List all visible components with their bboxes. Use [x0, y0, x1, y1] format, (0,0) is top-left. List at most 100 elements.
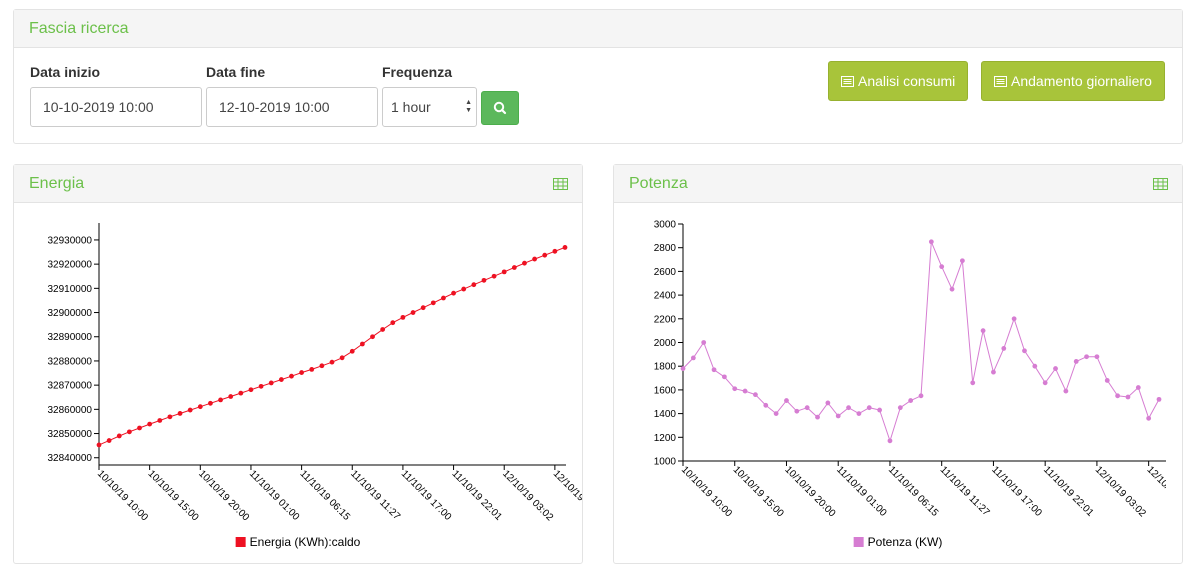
energia-y-tick-label: 32870000: [48, 381, 93, 392]
energia-data-point: [187, 407, 193, 413]
potenza-data-point: [866, 405, 872, 411]
energia-data-point: [177, 411, 183, 416]
energia-data-point: [410, 310, 416, 315]
potenza-x-tick-label: 12/10/19: [1145, 464, 1181, 500]
start-date-input[interactable]: 10-10-2019 10:00: [30, 87, 202, 127]
start-date-label: Data inizio: [30, 64, 101, 80]
potenza-chart: 1000 1200 1400 1600 1800 2000 2200 2400 2600 2800…: [654, 220, 1181, 549]
table-icon[interactable]: [1153, 178, 1168, 190]
select-arrows-icon: ▲ ▼: [465, 99, 472, 114]
potenza-data-point: [908, 398, 914, 403]
potenza-series-line: [682, 241, 1160, 443]
potenza-x-tick-label: 11/10/19 17:00: [989, 464, 1044, 519]
energia-data-point: [390, 320, 396, 326]
potenza-data-point: [918, 393, 924, 399]
energia-data-point: [380, 327, 386, 332]
energia-chart: 32840000 32850000 32860000 32870000 32880000…: [48, 223, 582, 549]
potenza-x-tick-label: 10/10/19 10:00: [679, 464, 734, 519]
potenza-legend-swatch: [853, 537, 864, 547]
potenza-data-point: [784, 398, 789, 403]
energia-data-point: [228, 394, 234, 399]
potenza-y-tick-label: 2200: [654, 314, 677, 325]
potenza-data-point: [846, 405, 851, 411]
energia-x-tick-label: 10/10/19 20:00: [196, 468, 251, 523]
potenza-panel: Potenza 1000 1200 1400 1600 1800 2000 2200 2400…: [613, 164, 1183, 564]
energia-data-point: [430, 300, 436, 306]
potenza-data-point: [835, 413, 841, 419]
energia-panel-header: Energia: [14, 165, 582, 203]
energia-y-tick-label: 32930000: [48, 235, 93, 246]
potenza-data-point: [1104, 378, 1110, 383]
energia-x-tick-label: 11/10/19 06:15: [297, 468, 352, 523]
energia-data-point: [491, 273, 497, 279]
potenza-x-tick-label: 11/10/19 06:15: [886, 464, 941, 519]
potenza-x-tick-label: 11/10/19 01:00: [834, 464, 889, 519]
energia-x-tick-label: 10/10/19 15:00: [146, 468, 201, 523]
energia-x-tick-label: 11/10/19 11:27: [348, 468, 402, 522]
energia-data-point: [511, 265, 517, 270]
potenza-data-point: [959, 258, 965, 264]
energia-data-point: [552, 248, 558, 254]
potenza-data-point: [928, 239, 934, 245]
potenza-data-point: [1156, 396, 1162, 402]
energia-data-point: [309, 367, 315, 372]
frequency-select[interactable]: 1 hour ▲ ▼: [382, 87, 477, 127]
energia-data-point: [451, 290, 456, 296]
potenza-data-point: [825, 400, 831, 406]
search-button[interactable]: [481, 91, 519, 125]
energia-x-tick-label: 10/10/19 10:00: [95, 468, 150, 523]
andamento-giornaliero-button[interactable]: Andamento giornaliero: [981, 61, 1165, 101]
energia-data-point: [289, 373, 294, 379]
analisi-consumi-button[interactable]: Analisi consumi: [828, 61, 969, 101]
energia-data-point: [238, 390, 244, 396]
energia-data-point: [522, 260, 527, 266]
energia-data-point: [481, 277, 487, 283]
energia-data-point: [441, 295, 446, 301]
potenza-legend-label: Potenza (KW): [868, 535, 943, 549]
energia-data-point: [218, 397, 223, 403]
potenza-y-tick-label: 2600: [654, 267, 677, 278]
energia-y-tick-label: 32880000: [48, 356, 93, 367]
potenza-data-point: [949, 286, 955, 292]
energia-panel: Energia 32840000 32850000 32860000 32870000…: [13, 164, 583, 564]
energia-x-tick-label: 11/10/19 17:00: [399, 468, 454, 523]
potenza-data-point: [856, 411, 862, 416]
energia-data-point: [126, 429, 132, 435]
energia-data-point: [329, 359, 335, 365]
potenza-data-point: [815, 414, 820, 420]
list-icon: [994, 75, 1007, 87]
search-icon: [493, 101, 507, 115]
energia-y-tick-label: 32840000: [48, 453, 93, 464]
potenza-data-point: [1073, 359, 1079, 364]
potenza-x-tick-label: 10/10/19 15:00: [731, 464, 786, 519]
energia-data-point: [268, 380, 274, 386]
potenza-data-point: [1135, 385, 1141, 390]
potenza-data-point: [1125, 394, 1131, 400]
end-date-input[interactable]: 12-10-2019 10:00: [206, 87, 378, 127]
energia-x-tick-label: 12/10/19: [551, 468, 582, 504]
potenza-data-point: [1094, 354, 1100, 360]
potenza-data-point: [753, 392, 758, 398]
end-date-label: Data fine: [206, 64, 266, 80]
energia-data-point: [461, 286, 467, 292]
energia-data-point: [420, 305, 426, 311]
potenza-panel-header: Potenza: [614, 165, 1182, 203]
potenza-x-tick-label: 10/10/19 20:00: [782, 464, 837, 519]
energia-x-tick-label: 11/10/19 01:00: [247, 468, 302, 523]
energia-data-point: [147, 421, 153, 427]
energia-data-point: [400, 314, 406, 320]
potenza-plot: 1000 1200 1400 1600 1800 2000 2200 2400 2600 2800…: [654, 220, 1181, 520]
potenza-data-point: [1022, 348, 1027, 354]
energia-data-point: [167, 414, 173, 420]
energia-data-point: [157, 418, 163, 423]
potenza-data-point: [732, 386, 738, 392]
frequency-label: Frequenza: [382, 64, 453, 80]
potenza-panel-title: Potenza: [629, 175, 688, 192]
energia-legend-label: Energia (KWh):caldo: [250, 535, 361, 549]
potenza-data-point: [1063, 388, 1069, 394]
energia-data-point: [299, 370, 305, 375]
energia-x-tick-label: 11/10/19 22:01: [449, 468, 504, 523]
potenza-data-point: [701, 340, 707, 345]
frequency-value: 1 hour: [391, 99, 431, 115]
table-icon[interactable]: [553, 178, 568, 190]
